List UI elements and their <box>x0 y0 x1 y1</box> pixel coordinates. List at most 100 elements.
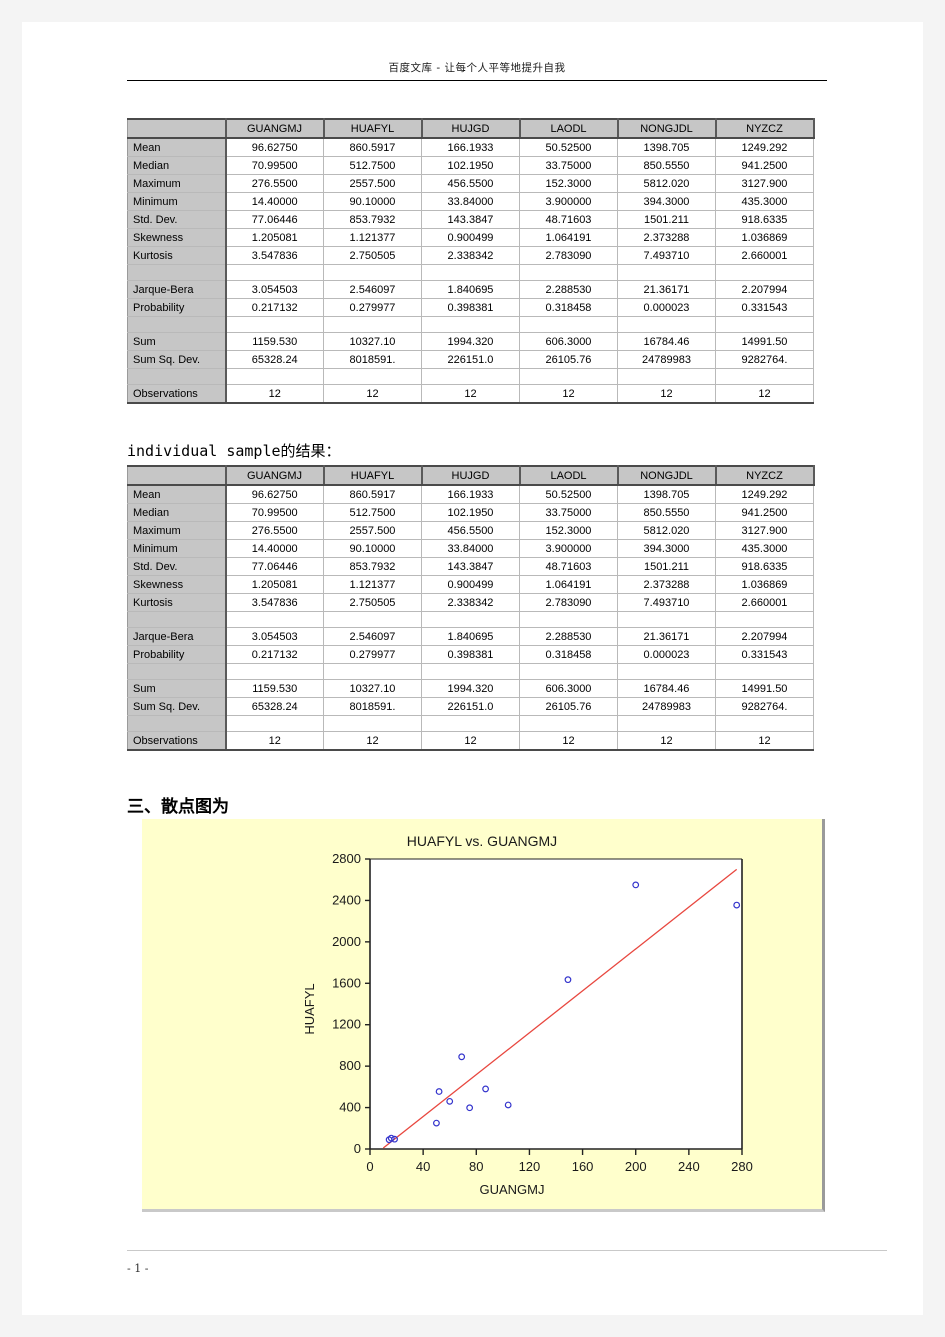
row-label: Kurtosis <box>127 593 227 612</box>
table-cell: 77.06446 <box>225 210 324 229</box>
table-cell: 1.840695 <box>421 280 520 299</box>
row-label: Observations <box>127 384 227 404</box>
table-cell: 152.3000 <box>519 521 618 540</box>
table-row: Maximum 276.5500 2557.500 456.5500 152.3000 5… <box>127 521 814 540</box>
table-cell: 3127.900 <box>715 521 814 540</box>
cell-spacer <box>617 316 716 333</box>
row-label-spacer <box>127 611 227 628</box>
table-cell: 394.3000 <box>617 539 716 558</box>
table-row: Observations 12 12 12 12 12 12 <box>127 731 814 751</box>
cell-spacer <box>519 264 618 281</box>
chart-plot-layer: 0 400 800 1200 1600 2000 2400 2800 0 40 80 120 160 20… <box>332 851 753 1174</box>
table-cell: 918.6335 <box>715 557 814 576</box>
cell-spacer <box>519 663 618 680</box>
row-label: Median <box>127 156 227 175</box>
table-cell: 2.207994 <box>715 627 814 646</box>
table-cell: 96.62750 <box>225 137 324 157</box>
column-header-hujgd: HUJGD <box>421 118 521 139</box>
table-cell: 0.331543 <box>715 645 814 664</box>
table-cell: 21.36171 <box>617 627 716 646</box>
table-cell: 941.2500 <box>715 503 814 522</box>
table-cell: 0.398381 <box>421 298 520 317</box>
table-cell: 456.5500 <box>421 174 520 193</box>
chart-x-tick-label-120: 120 <box>519 1159 541 1174</box>
row-label-spacer <box>127 715 227 732</box>
column-header-huafyl: HUAFYL <box>323 465 423 486</box>
table-cell: 77.06446 <box>225 557 324 576</box>
table-row: Kurtosis 3.547836 2.750505 2.338342 2.783090… <box>127 246 814 265</box>
cell-spacer <box>715 368 814 385</box>
table-cell: 2.288530 <box>519 627 618 646</box>
table-cell: 0.318458 <box>519 645 618 664</box>
cell-spacer <box>225 715 324 732</box>
descriptive-statistics-table-2: GUANGMJ HUAFYL HUJGD LAODL NONGJDL NYZCZ Mean 9… <box>127 465 815 751</box>
table-cell: 48.71603 <box>519 210 618 229</box>
table-cell: 2.750505 <box>323 246 422 265</box>
table-spacer-row <box>127 316 814 333</box>
cell-spacer <box>323 368 422 385</box>
cell-spacer <box>225 264 324 281</box>
table-cell: 50.52500 <box>519 137 618 157</box>
cell-spacer <box>715 264 814 281</box>
table-cell: 3.900000 <box>519 192 618 211</box>
table-cell: 12 <box>323 384 422 404</box>
table-body-1: GUANGMJ HUAFYL HUJGD LAODL NONGJDL NYZCZ Mean 9… <box>127 118 815 404</box>
document-header: 百度文库 - 让每个人平等地提升自我 <box>127 60 827 81</box>
table-cell: 26105.76 <box>519 350 618 369</box>
row-label-spacer <box>127 264 227 281</box>
cell-spacer <box>617 264 716 281</box>
table-spacer-row <box>127 368 814 385</box>
table-cell: 1.064191 <box>519 575 618 594</box>
table-cell: 7.493710 <box>617 593 716 612</box>
table-cell: 512.7500 <box>323 503 422 522</box>
table-cell: 226151.0 <box>421 350 520 369</box>
cell-spacer <box>421 264 520 281</box>
table-cell: 166.1933 <box>421 137 520 157</box>
table-row: Std. Dev. 77.06446 853.7932 143.3847 48.7160… <box>127 210 814 229</box>
table-corner-cell <box>127 118 227 139</box>
table-row: Skewness 1.205081 1.121377 0.900499 1.064191… <box>127 228 814 247</box>
table-cell: 14.40000 <box>225 539 324 558</box>
column-header-nongjdl: NONGJDL <box>617 465 717 486</box>
table-cell: 0.900499 <box>421 575 520 594</box>
table-cell: 0.217132 <box>225 645 324 664</box>
table-cell: 0.331543 <box>715 298 814 317</box>
row-label: Median <box>127 503 227 522</box>
table-cell: 0.318458 <box>519 298 618 317</box>
cell-spacer <box>617 715 716 732</box>
individual-sample-note: individual sample的结果： <box>127 440 341 461</box>
table-cell: 102.1950 <box>421 156 520 175</box>
table-row: Sum 1159.530 10327.10 1994.320 606.3000 16784… <box>127 679 814 698</box>
table-cell: 1249.292 <box>715 484 814 504</box>
table-cell: 456.5500 <box>421 521 520 540</box>
cell-spacer <box>421 715 520 732</box>
table-cell: 0.279977 <box>323 298 422 317</box>
row-label: Probability <box>127 298 227 317</box>
cell-spacer <box>323 611 422 628</box>
row-label: Maximum <box>127 521 227 540</box>
table-cell: 853.7932 <box>323 557 422 576</box>
chart-y-tick-label-2800: 2800 <box>332 851 361 866</box>
table-cell: 2557.500 <box>323 174 422 193</box>
column-header-nongjdl: NONGJDL <box>617 118 717 139</box>
chart-y-tick-label-400: 400 <box>339 1100 361 1115</box>
column-header-nyzcz: NYZCZ <box>715 465 815 486</box>
table-cell: 853.7932 <box>323 210 422 229</box>
table-cell: 226151.0 <box>421 697 520 716</box>
table-header-row: GUANGMJ HUAFYL HUJGD LAODL NONGJDL NYZCZ <box>127 118 815 139</box>
table-cell: 5812.020 <box>617 174 716 193</box>
table-cell: 435.3000 <box>715 192 814 211</box>
chart-x-axis-label: GUANGMJ <box>480 1182 545 1197</box>
table-row: Skewness 1.205081 1.121377 0.900499 1.064191… <box>127 575 814 594</box>
row-label: Jarque-Bera <box>127 627 227 646</box>
table-cell: 24789983 <box>617 350 716 369</box>
table-cell: 7.493710 <box>617 246 716 265</box>
chart-y-tick-label-1600: 1600 <box>332 975 361 990</box>
table-cell: 918.6335 <box>715 210 814 229</box>
row-label: Observations <box>127 731 227 751</box>
row-label: Sum Sq. Dev. <box>127 697 227 716</box>
page-number: - 1 - <box>127 1262 149 1275</box>
table-cell: 16784.46 <box>617 679 716 698</box>
column-header-guangmj: GUANGMJ <box>225 465 325 486</box>
cell-spacer <box>715 611 814 628</box>
